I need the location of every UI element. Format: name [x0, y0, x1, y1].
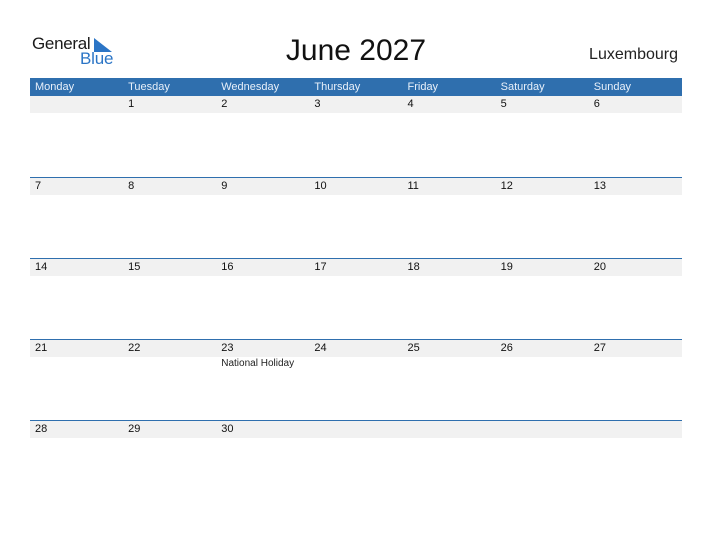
day-number: 2: [221, 98, 228, 110]
weekday-wednesday: Wednesday: [221, 81, 280, 93]
day-number: 11: [407, 180, 419, 192]
day-number: 29: [128, 423, 141, 435]
week-row: 1 2 3 4 5 6: [30, 96, 682, 177]
day-number: 27: [593, 342, 606, 354]
events-row: National Holiday: [30, 357, 682, 370]
day-number: 13: [593, 180, 606, 192]
day-number: [30, 96, 123, 113]
date-band: 21 22 23 24 25 26 27: [30, 340, 682, 357]
day-number: 22: [128, 342, 141, 354]
weekday-saturday: Saturday: [500, 81, 545, 93]
day-number: [496, 421, 589, 438]
day-number: 15: [128, 261, 141, 273]
day-number: 16: [221, 261, 234, 273]
day-number: [309, 421, 402, 438]
day-number: 17: [314, 261, 327, 273]
day-number: 21: [35, 342, 48, 354]
day-event: [589, 357, 682, 370]
weekday-tuesday: Tuesday: [128, 81, 170, 93]
day-number: 8: [128, 180, 135, 192]
weekday-thursday: Thursday: [314, 81, 361, 93]
day-event: National Holiday: [221, 358, 295, 369]
day-number: 30: [221, 423, 234, 435]
date-band: 1 2 3 4 5 6: [30, 96, 682, 113]
day-number: 5: [500, 98, 507, 110]
weekday-friday: Friday: [407, 81, 439, 93]
day-number: 9: [221, 180, 228, 192]
day-event: [123, 357, 216, 370]
day-number: 24: [314, 342, 327, 354]
day-number: 12: [500, 180, 513, 192]
day-number: 10: [314, 180, 327, 192]
day-number: 23: [221, 342, 234, 354]
weekday-sunday: Sunday: [593, 81, 632, 93]
day-event: [403, 357, 496, 370]
day-number: 26: [500, 342, 513, 354]
day-event: [309, 357, 402, 370]
day-event: [496, 357, 589, 370]
day-number: 3: [314, 98, 321, 110]
day-number: 6: [593, 98, 600, 110]
day-number: 19: [500, 261, 513, 273]
calendar-grid: Monday Tuesday Wednesday Thursday Friday…: [30, 78, 682, 501]
day-number: 1: [128, 98, 135, 110]
week-row: 21 22 23 24 25 26 27 National Holiday: [30, 339, 682, 420]
weeks-container: 1 2 3 4 5 6 7 8 9 10 11 12 13 14 15 16 17 18 19 20 21 22 23 24 2…: [30, 96, 682, 501]
day-number: 18: [407, 261, 420, 273]
weekday-header-row: Monday Tuesday Wednesday Thursday Friday…: [30, 78, 682, 96]
week-row: 28 29 30: [30, 420, 682, 501]
day-number: [589, 421, 682, 438]
day-number: 14: [35, 261, 48, 273]
weekday-monday: Monday: [35, 81, 75, 93]
country-label: Luxembourg: [589, 46, 678, 63]
day-number: 25: [407, 342, 420, 354]
date-band: 14 15 16 17 18 19 20: [30, 259, 682, 276]
day-number: 20: [593, 261, 606, 273]
day-number: 28: [35, 423, 48, 435]
week-row: 7 8 9 10 11 12 13: [30, 177, 682, 258]
date-band: 28 29 30: [30, 421, 682, 438]
day-number: 4: [407, 98, 414, 110]
day-event: [30, 357, 123, 370]
day-number: 7: [35, 180, 42, 192]
date-band: 7 8 9 10 11 12 13: [30, 178, 682, 195]
day-number: [403, 421, 496, 438]
week-row: 14 15 16 17 18 19 20: [30, 258, 682, 339]
